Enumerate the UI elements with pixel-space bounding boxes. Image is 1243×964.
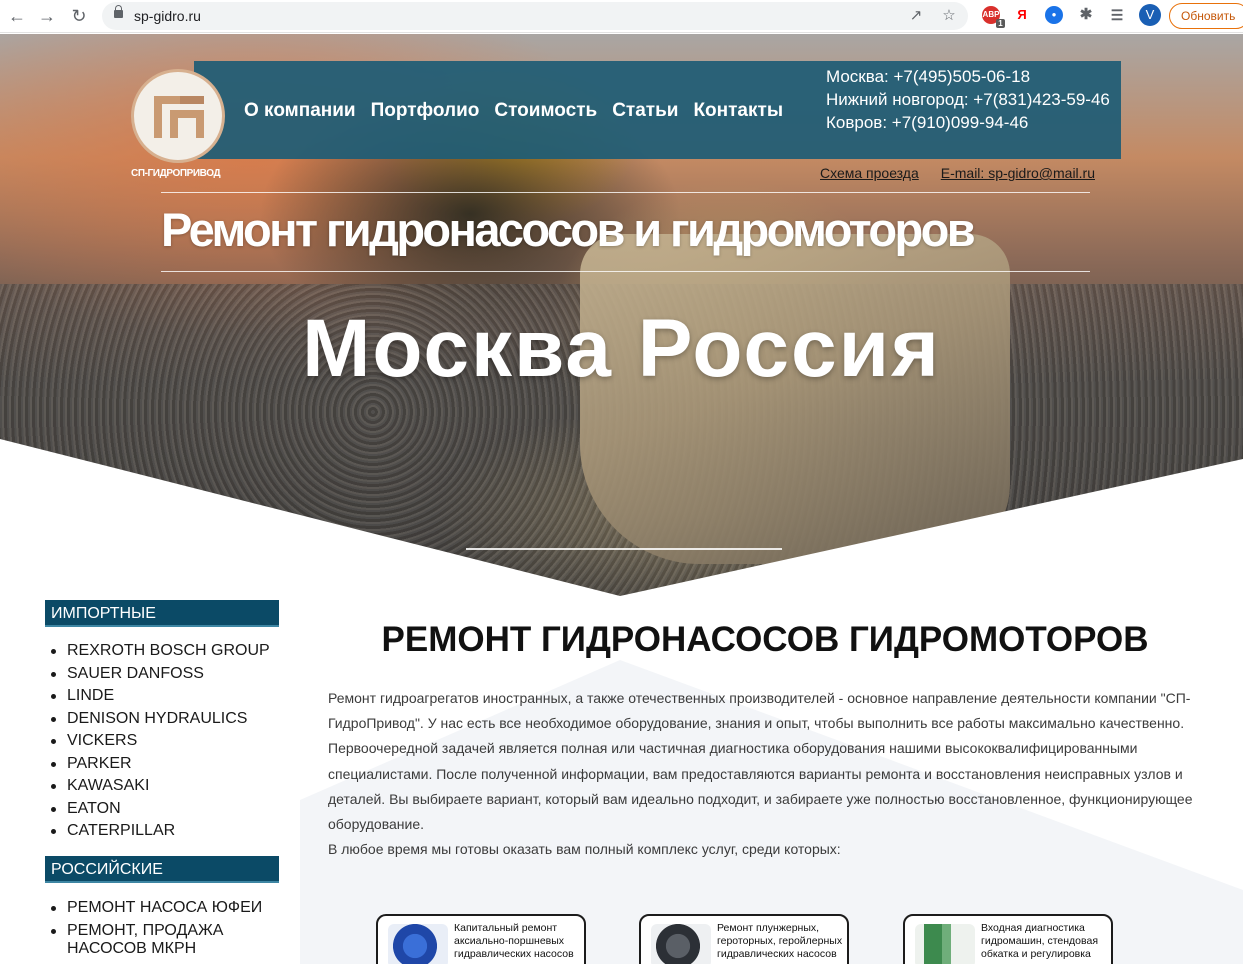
url-text[interactable]: sp-gidro.ru (134, 8, 201, 24)
brand-link[interactable]: CATERPILLAR (67, 822, 175, 839)
main-menu: О компании Портфолио Стоимость Статьи Ко… (244, 100, 783, 122)
menu-item-prices[interactable]: Стоимость (494, 100, 597, 122)
media-queue-icon[interactable]: ☰ (1108, 6, 1126, 24)
phone-list: Москва: +7(495)505-06-18 Нижний новгород… (826, 65, 1110, 134)
hero-divider-top (161, 192, 1090, 193)
sidebar-header-russian: РОССИЙСКИЕ (45, 856, 279, 883)
service-card-text: Входная диагностика гидромашин, стендова… (981, 922, 1099, 960)
hero-title: Ремонт гидронасосов и гидромоторов (161, 203, 976, 256)
address-bar[interactable]: sp-gidro.ru ↗ ☆ (102, 2, 968, 30)
logo-caption: СП-ГИДРОПРИВОД (131, 168, 221, 179)
forward-icon[interactable]: → (36, 5, 58, 27)
hero-subtitle: Москва Россия (302, 303, 941, 394)
logo-emblem-icon (154, 96, 204, 138)
brand-link[interactable]: LINDE (67, 687, 114, 704)
service-card-plunger[interactable]: Ремонт плунжерных, героторных, геройлерн… (639, 914, 849, 964)
browser-toolbar: ← → ↻ sp-gidro.ru ↗ ☆ ABP 1 Я ● ✱ ☰ V Обн… (0, 0, 1243, 33)
brand-item-denison[interactable]: DENISON HYDRAULICS (45, 708, 270, 731)
russian-brands-list: РЕМОНТ НАСОСА ЮФЕИ РЕМОНТ, ПРОДАЖА НАСОС… (45, 897, 279, 958)
test-stand-image (915, 924, 975, 964)
translate-globe-icon[interactable]: ● (1045, 6, 1063, 24)
service-card-text: Капитальный ремонт аксиально-поршневых г… (454, 922, 574, 960)
brand-link[interactable]: PARKER (67, 755, 132, 772)
russian-link[interactable]: РЕМОНТ, ПРОДАЖА НАСОСОВ МКРН (67, 922, 223, 957)
main-title: РЕМОНТ ГИДРОНАСОСОВ ГИДРОМОТОРОВ (381, 620, 1149, 659)
menu-item-portfolio[interactable]: Портфолио (371, 100, 480, 122)
bookmark-star-icon[interactable]: ☆ (940, 7, 958, 25)
sidebar-header-imported: ИМПОРТНЫЕ (45, 600, 279, 627)
brand-link[interactable]: KAWASAKI (67, 777, 149, 794)
profile-avatar[interactable]: V (1139, 4, 1161, 26)
hero-banner: СП-ГИДРОПРИВОД О компании Портфолио Стои… (0, 34, 1243, 596)
phone-moscow[interactable]: Москва: +7(495)505-06-18 (826, 65, 1110, 88)
route-map-link[interactable]: Схема проезда (820, 165, 919, 181)
update-button[interactable]: Обновить (1169, 3, 1243, 29)
brand-item-linde[interactable]: LINDE (45, 685, 270, 708)
intro-text: Ремонт гидроагрегатов иностранных, а так… (328, 686, 1208, 862)
brand-link[interactable]: EATON (67, 800, 121, 817)
imported-brands-list: REXROTH BOSCH GROUP SAUER DANFOSS LINDE … (45, 640, 270, 843)
lock-icon[interactable] (114, 5, 123, 18)
share-icon[interactable]: ↗ (907, 7, 925, 25)
service-card-axial[interactable]: Капитальный ремонт аксиально-поршневых г… (376, 914, 586, 964)
service-card-diagnostics[interactable]: Входная диагностика гидромашин, стендова… (903, 914, 1113, 964)
back-icon[interactable]: ← (6, 5, 28, 27)
phone-nizhny[interactable]: Нижний новгород: +7(831)423-59-46 (826, 88, 1110, 111)
menu-item-contacts[interactable]: Контакты (693, 100, 783, 122)
brand-item-rexroth[interactable]: REXROTH BOSCH GROUP (45, 640, 270, 663)
brand-link[interactable]: VICKERS (67, 732, 137, 749)
menu-item-articles[interactable]: Статьи (612, 100, 678, 122)
hero-accent-line (466, 548, 782, 550)
service-card-text: Ремонт плунжерных, героторных, геройлерн… (717, 922, 843, 960)
brand-item-vickers[interactable]: VICKERS (45, 730, 270, 753)
yandex-extension-icon[interactable]: Я (1013, 6, 1031, 24)
extensions-puzzle-icon[interactable]: ✱ (1077, 6, 1095, 24)
email-link[interactable]: E-mail: sp-gidro@mail.ru (941, 165, 1095, 181)
axial-pump-image (388, 924, 448, 964)
russian-item-mkrn[interactable]: РЕМОНТ, ПРОДАЖА НАСОСОВ МКРН (45, 920, 279, 958)
brand-item-sauer[interactable]: SAUER DANFOSS (45, 663, 270, 686)
russian-item-yufei[interactable]: РЕМОНТ НАСОСА ЮФЕИ (45, 897, 279, 920)
menu-item-about[interactable]: О компании (244, 100, 356, 122)
plunger-pump-image (651, 924, 711, 964)
brand-link[interactable]: REXROTH BOSCH GROUP (67, 642, 270, 659)
russian-link[interactable]: РЕМОНТ НАСОСА ЮФЕИ (67, 899, 262, 916)
intro-paragraph: В любое время мы готовы оказать вам полн… (328, 841, 841, 858)
brand-item-parker[interactable]: PARKER (45, 753, 270, 776)
brand-item-eaton[interactable]: EATON (45, 798, 270, 821)
reload-icon[interactable]: ↻ (68, 5, 90, 27)
intro-paragraph: Ремонт гидроагрегатов иностранных, а так… (328, 690, 1191, 732)
brand-link[interactable]: SAUER DANFOSS (67, 665, 204, 682)
adblock-extension-icon[interactable]: ABP 1 (982, 6, 1005, 28)
brand-link[interactable]: DENISON HYDRAULICS (67, 710, 247, 727)
contact-links: Схема проезда E-mail: sp-gidro@mail.ru (820, 165, 1095, 181)
phone-kovrov[interactable]: Ковров: +7(910)099-94-46 (826, 111, 1110, 134)
site-logo[interactable] (131, 69, 225, 163)
hero-divider-bottom (161, 271, 1090, 272)
brand-item-caterpillar[interactable]: CATERPILLAR (45, 820, 270, 843)
brand-item-kawasaki[interactable]: KAWASAKI (45, 775, 270, 798)
intro-paragraph: Первоочередной задачей является полная и… (328, 740, 1193, 833)
